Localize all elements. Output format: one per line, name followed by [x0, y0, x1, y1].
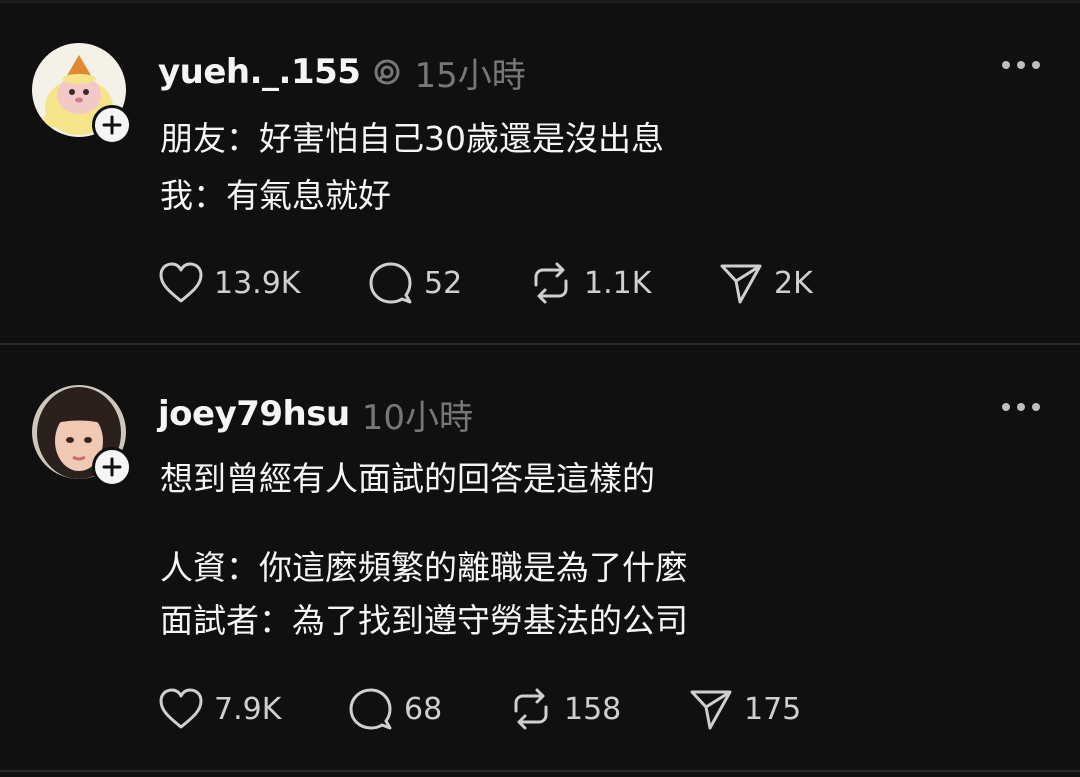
reply-button[interactable]: 68 [348, 685, 442, 733]
more-options-icon[interactable] [1002, 61, 1040, 69]
like-button[interactable]: 13.9K [158, 259, 300, 307]
username[interactable]: yueh._.155 [158, 52, 361, 92]
post-header: joey79hsu 10小時 [158, 389, 473, 439]
post-text-line: 我：有氣息就好 [160, 176, 391, 215]
threads-icon [372, 57, 402, 87]
timestamp: 10小時 [361, 397, 473, 438]
post-divider [0, 770, 1080, 772]
timestamp: 15小時 [414, 55, 526, 96]
plus-icon [102, 457, 122, 477]
post-header: yueh._.155 15小時 [158, 47, 526, 97]
username[interactable]: joey79hsu [158, 394, 350, 434]
reply-count: 52 [424, 265, 463, 301]
comment-icon [349, 688, 392, 730]
repost-icon [514, 688, 548, 730]
follow-button[interactable] [92, 105, 132, 145]
repost-button[interactable]: 158 [508, 685, 621, 733]
reply-button[interactable]: 52 [368, 259, 462, 307]
repost-icon [534, 262, 568, 304]
reply-count: 68 [404, 691, 443, 727]
plus-icon [102, 115, 122, 135]
repost-button[interactable]: 1.1K [528, 259, 651, 307]
send-icon [690, 690, 732, 730]
more-options-icon[interactable] [1002, 403, 1040, 411]
share-button[interactable]: 2K [718, 259, 813, 307]
heart-icon [159, 688, 203, 729]
post-text-line: 人資：你這麼頻繁的離職是為了什麼 [160, 548, 688, 587]
heart-icon [159, 262, 203, 303]
post-text-line: 想到曾經有人面試的回答是這樣的 [160, 459, 655, 498]
post-text-line: 朋友：好害怕自己30歲還是沒出息 [160, 119, 664, 158]
follow-button[interactable] [92, 447, 132, 487]
share-count: 2K [774, 265, 813, 301]
thread-post[interactable]: yueh._.155 15小時 朋友：好害怕自己30歲還是沒出息 我：有氣息就好… [0, 3, 1080, 343]
thread-post[interactable]: joey79hsu 10小時 想到曾經有人面試的回答是這樣的 人資：你這麼頻繁的… [0, 345, 1080, 769]
post-text-line: 面試者：為了找到遵守勞基法的公司 [160, 601, 688, 640]
like-button[interactable]: 7.9K [158, 685, 281, 733]
like-count: 13.9K [214, 265, 301, 301]
repost-count: 1.1K [584, 265, 652, 301]
share-count: 175 [744, 691, 802, 727]
like-count: 7.9K [214, 691, 282, 727]
send-icon [720, 264, 762, 304]
share-button[interactable]: 175 [688, 685, 801, 733]
repost-count: 158 [564, 691, 622, 727]
comment-icon [369, 262, 412, 304]
